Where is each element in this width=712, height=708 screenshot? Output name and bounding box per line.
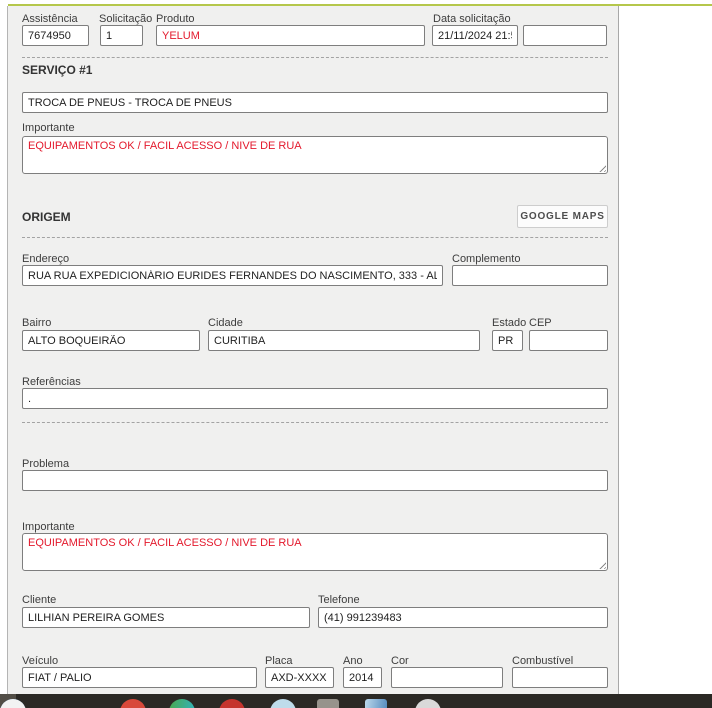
estado-input[interactable] [492,330,523,351]
referencias-label: Referências [22,376,81,388]
estado-label: Estado [492,317,527,329]
light-blue-app-icon[interactable] [270,699,296,708]
endereco-label: Endereço [22,253,70,265]
bairro-input[interactable] [22,330,200,351]
problema-label: Problema [22,458,70,470]
referencias-input[interactable] [22,388,608,409]
data-solicitacao-input[interactable] [432,25,518,46]
veiculo-input[interactable] [22,667,257,688]
dashed-divider [22,237,608,238]
google-maps-button[interactable]: GOOGLE MAPS [517,205,608,228]
servico-descricao-input[interactable] [22,92,608,113]
red-circle-app-icon[interactable] [219,699,245,708]
monitor-app-icon[interactable] [365,699,387,708]
complemento-label: Complemento [452,253,521,265]
ano-input[interactable] [343,667,382,688]
service-form-panel: Assistência Solicitação Produto Data sol… [7,6,619,694]
cep-label: CEP [529,317,552,329]
importante-servico-textarea[interactable]: EQUIPAMENTOS OK / FACIL ACESSO / NIVE DE… [22,136,608,174]
dashed-divider [22,422,608,423]
bairro-label: Bairro [22,317,52,329]
produto-label: Produto [156,13,195,25]
origem-heading: ORIGEM [22,210,71,224]
combustivel-label: Combustível [512,655,574,667]
servico-heading: SERVIÇO #1 [22,63,93,77]
importante-label: Importante [22,521,75,533]
taskbar [0,694,712,708]
telefone-input[interactable] [318,607,608,628]
importante-textarea[interactable]: EQUIPAMENTOS OK / FACIL ACESSO / NIVE DE… [22,533,608,571]
cep-input[interactable] [529,330,608,351]
placa-label: Placa [265,655,293,667]
assistencia-input[interactable] [22,25,89,46]
cliente-input[interactable] [22,607,310,628]
solicitacao-input[interactable] [100,25,143,46]
red-app-icon[interactable] [120,699,146,708]
problema-input[interactable] [22,470,608,491]
assistencia-label: Assistência [22,13,78,25]
endereco-input[interactable] [22,265,443,286]
teal-green-app-icon[interactable] [169,699,195,708]
folder-app-icon[interactable] [317,699,339,708]
complemento-input[interactable] [452,265,608,286]
cor-label: Cor [391,655,409,667]
importante-servico-label: Importante [22,122,75,134]
placa-input[interactable] [265,667,334,688]
cidade-label: Cidade [208,317,243,329]
combustivel-input[interactable] [512,667,608,688]
produto-input[interactable] [156,25,425,46]
telefone-label: Telefone [318,594,360,606]
cliente-label: Cliente [22,594,57,606]
gray-app-icon[interactable] [415,699,441,708]
cor-input[interactable] [391,667,503,688]
solicitacao-label: Solicitação [99,13,153,25]
data-solicitacao-label: Data solicitação [433,13,511,25]
veiculo-label: Veículo [22,655,59,667]
ano-label: Ano [343,655,363,667]
cidade-input[interactable] [208,330,480,351]
dashed-divider [22,57,608,58]
hora-solicitacao-input[interactable] [523,25,607,46]
